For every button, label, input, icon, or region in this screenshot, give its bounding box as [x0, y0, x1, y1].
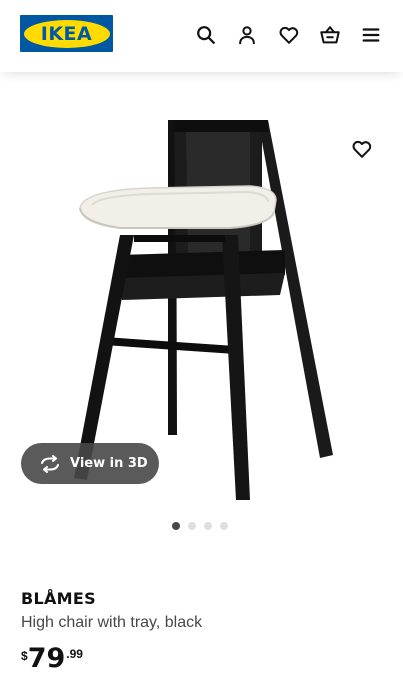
- product-name: BLÅMES: [21, 589, 96, 608]
- price-integer: 79: [27, 643, 66, 674]
- view-in-3d-button[interactable]: View in 3D: [21, 443, 159, 484]
- price-decimal: .99: [66, 647, 83, 661]
- basket-icon[interactable]: [317, 22, 343, 48]
- view-in-3d-label: View in 3D: [70, 456, 148, 471]
- price-currency: $: [21, 649, 28, 663]
- logo-oval: IKEA: [23, 19, 110, 48]
- top-header: IKEA: [0, 0, 403, 72]
- product-description: High chair with tray, black: [21, 614, 203, 631]
- menu-icon[interactable]: [358, 22, 384, 48]
- search-icon[interactable]: [193, 22, 219, 48]
- carousel-dot-2[interactable]: [188, 522, 196, 530]
- carousel-dot-1[interactable]: [172, 522, 180, 530]
- carousel-dot-3[interactable]: [204, 522, 212, 530]
- ikea-logo[interactable]: IKEA: [20, 15, 113, 52]
- wishlist-heart-icon[interactable]: [276, 22, 302, 48]
- carousel-pagination: [172, 522, 228, 530]
- rotate-3d-icon: [41, 454, 59, 473]
- add-to-wishlist-heart-icon[interactable]: [348, 135, 376, 163]
- account-icon[interactable]: [234, 22, 260, 48]
- product-price: $ 79 .99: [21, 643, 83, 675]
- carousel-dot-4[interactable]: [220, 522, 228, 530]
- logo-text: IKEA: [40, 22, 93, 45]
